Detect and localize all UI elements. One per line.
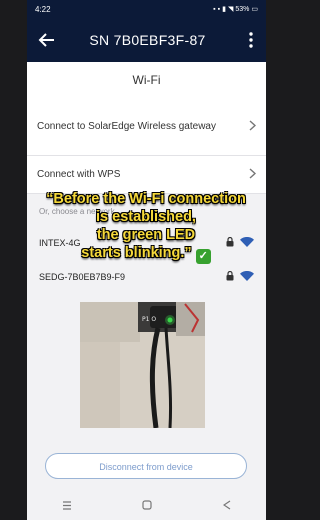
svg-text:P1 O: P1 O <box>142 316 156 323</box>
system-nav-bar <box>27 493 266 520</box>
caption-line-text: starts blinking.” <box>81 245 192 261</box>
battery-percent: 53% <box>235 5 250 13</box>
connect-wps-label: Connect with WPS <box>37 168 121 180</box>
app-bar: SN 7B0EBF3F-87 <box>27 18 266 62</box>
page-title: SN 7B0EBF3F-87 <box>89 32 206 48</box>
wifi-signal-icon <box>240 270 254 283</box>
status-icons: ▪ ▪ ▮ ◥ 53% ▭ <box>213 5 258 14</box>
connect-wps-item[interactable]: Connect with WPS <box>27 156 266 194</box>
section-title: Wi-Fi <box>27 62 266 99</box>
check-mark-icon: ✓ <box>195 249 211 264</box>
wifi-status-icon: ◥ <box>227 6 234 13</box>
disconnect-button[interactable]: Disconnect from device <box>45 453 247 479</box>
chevron-right-icon <box>249 167 257 182</box>
home-icon[interactable] <box>142 500 153 513</box>
signal-icon: ▮ <box>222 6 226 13</box>
caption-line: the green LED <box>96 227 196 243</box>
video-caption: “Before the Wi-Fi connection is establis… <box>0 190 292 264</box>
caption-line: “Before the Wi-Fi connection <box>46 191 246 207</box>
chevron-right-icon <box>249 119 257 134</box>
connect-gateway-label: Connect to SolarEdge Wireless gateway <box>37 120 216 132</box>
device-led-photo: P1 O <box>80 302 205 428</box>
connect-gateway-item[interactable]: Connect to SolarEdge Wireless gateway <box>27 98 266 156</box>
status-bar: 4:22 ▪ ▪ ▮ ◥ 53% ▭ <box>27 0 266 18</box>
more-options-icon[interactable] <box>236 32 266 48</box>
back-nav-icon[interactable] <box>222 500 231 513</box>
caption-line: is established, <box>96 209 196 225</box>
back-arrow-icon[interactable] <box>27 31 67 49</box>
battery-icon: ▭ <box>251 6 258 13</box>
network-item[interactable]: SEDG-7B0EB7B9-F9 <box>27 265 266 289</box>
lock-icon <box>226 270 234 283</box>
status-time: 4:22 <box>35 4 51 14</box>
recent-apps-icon[interactable] <box>62 500 72 513</box>
caption-line: starts blinking.” ✓ <box>0 244 292 264</box>
notification-icon: ▪ <box>213 5 216 13</box>
network-name: SEDG-7B0EB7B9-F9 <box>39 272 126 282</box>
notification-icon: ▪ <box>217 5 221 13</box>
